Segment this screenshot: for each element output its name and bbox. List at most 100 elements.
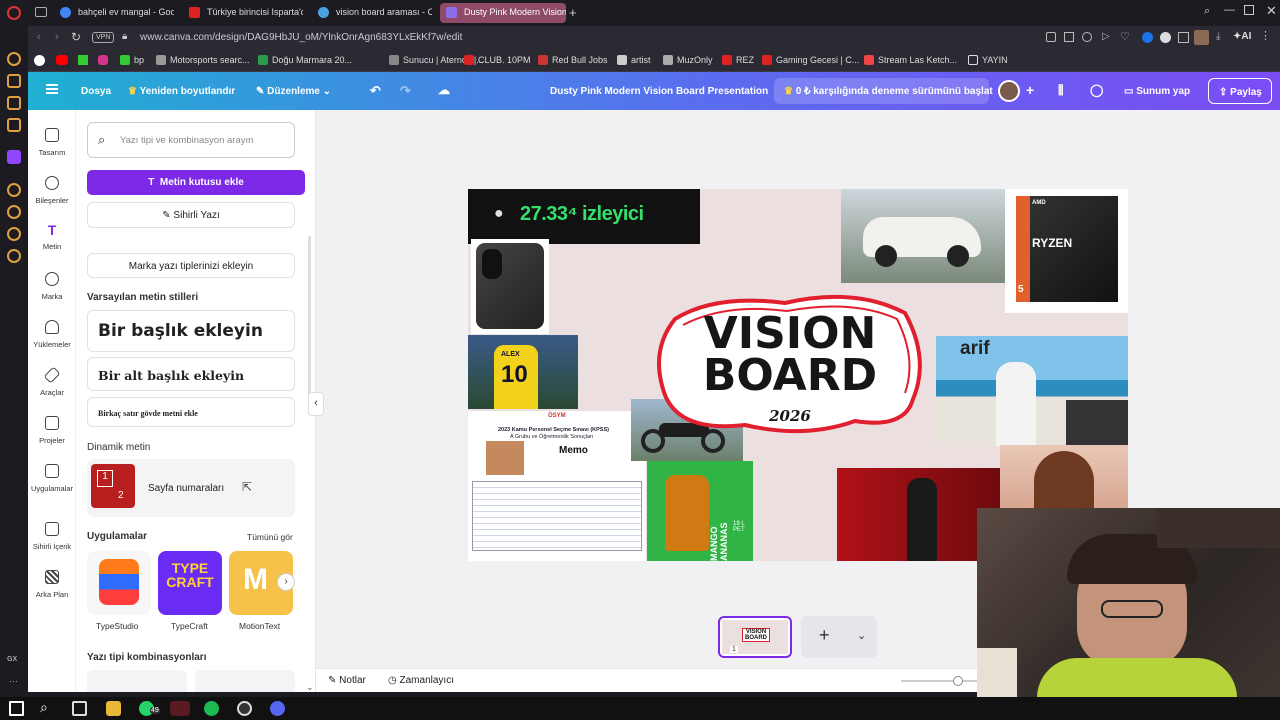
download-icon[interactable]: ⤓ <box>1216 31 1220 42</box>
panel-scrollbar[interactable] <box>308 236 311 396</box>
sidebar-item-magic-media[interactable]: Sihirli İçerik <box>28 522 76 551</box>
history-icon[interactable] <box>7 205 21 219</box>
twitch-icon[interactable] <box>7 150 21 164</box>
tab-active[interactable]: Dusty Pink Modern Vision <box>440 3 566 23</box>
new-tab-icon[interactable]: + <box>569 5 577 20</box>
resize-button[interactable]: ♛ Yeniden boyutlandır <box>128 86 235 97</box>
add-page-button[interactable]: + ⌄ <box>801 616 877 658</box>
font-search-input[interactable]: ⌕ Yazı tipi ve kombinasyon arayın <box>87 122 295 158</box>
file-explorer-icon[interactable] <box>106 701 121 716</box>
heading-style[interactable]: Bir başlık ekleyin <box>87 310 295 352</box>
redo-icon[interactable]: ↷ <box>400 83 411 99</box>
gx-icon[interactable]: GX <box>7 656 17 663</box>
bookmark-club[interactable]: CLUB. 10PM <box>464 55 531 65</box>
subheading-style[interactable]: Bir alt başlık ekleyin <box>87 357 295 391</box>
extension-icon[interactable] <box>1142 32 1153 43</box>
mini-car-image[interactable] <box>841 189 1009 283</box>
windows-start-icon[interactable] <box>9 701 24 716</box>
zoom-handle[interactable] <box>953 676 963 686</box>
aria-icon[interactable] <box>7 52 21 66</box>
profile-avatar[interactable] <box>1194 30 1209 45</box>
workspace-icon[interactable] <box>7 74 21 88</box>
cloud-save-icon[interactable]: ☁ <box>438 83 450 97</box>
easy-setup-icon[interactable] <box>1082 32 1092 42</box>
edit-menu[interactable]: ✎ Düzenleme ⌄ <box>256 86 331 97</box>
task-view-icon[interactable] <box>72 701 87 716</box>
youtube-icon[interactable] <box>56 55 68 65</box>
spotify-icon[interactable] <box>204 701 219 716</box>
share-button[interactable]: ⇪ Paylaş <box>1208 78 1272 104</box>
couple-grill-image[interactable]: arif <box>936 336 1128 446</box>
pinboard-icon[interactable] <box>7 96 21 110</box>
bookmark-motorsports[interactable]: Motorsports searc... <box>156 55 250 65</box>
sidebar-item-projects[interactable]: Projeler <box>28 416 76 445</box>
collapse-panel-button[interactable]: ‹ <box>308 392 324 416</box>
font-combo-card[interactable] <box>87 670 187 692</box>
clock-icon[interactable] <box>7 227 21 241</box>
sidebar-item-uploads[interactable]: Yüklemeler <box>28 320 76 349</box>
sidebar-item-apps[interactable]: Uygulamalar <box>28 464 76 493</box>
bookmark-muzonly[interactable]: MuzOnly <box>663 55 713 65</box>
file-menu[interactable]: Dosya <box>81 86 111 97</box>
ai-button[interactable]: ✦AI <box>1233 31 1251 42</box>
puzzle-icon[interactable] <box>1178 32 1189 43</box>
notes-button[interactable]: ✎ Notlar <box>328 675 366 686</box>
tab-2[interactable]: Türkiye birincisi Isparta'da <box>183 3 303 23</box>
discord-icon[interactable] <box>270 701 285 716</box>
extension-icon[interactable] <box>1160 32 1171 43</box>
timer-button[interactable]: ◷ Zamanlayıcı <box>388 675 454 686</box>
bookmark-stream[interactable]: Stream Las Ketch... <box>864 55 957 65</box>
mango-juice-image[interactable]: MANGO ANANAS 19 L PET <box>647 461 753 561</box>
sidebar-item-text[interactable]: T Metin <box>28 222 76 251</box>
menu-icon[interactable]: ⋮ <box>1260 29 1271 42</box>
sidebar-item-elements[interactable]: Bileşenler <box>28 176 76 205</box>
bookmark-page-icon[interactable] <box>1046 32 1056 42</box>
iphone-image[interactable] <box>471 239 549 334</box>
page-thumbnail[interactable]: VISION BOARD 1 <box>718 616 792 658</box>
settings-icon[interactable] <box>7 249 21 263</box>
see-all-link[interactable]: Tümünü gör <box>247 532 293 542</box>
kick-icon[interactable] <box>78 55 88 65</box>
tab-3[interactable]: vision board araması - Ca <box>312 3 432 23</box>
zoom-slider[interactable] <box>901 676 977 686</box>
tab-1[interactable]: bahçeli ev mangal - Googl <box>54 3 174 23</box>
sidebar-item-brand[interactable]: Marka <box>28 272 76 301</box>
undo-icon[interactable]: ↶ <box>370 83 381 99</box>
search-icon[interactable]: ⌕ <box>40 699 48 716</box>
messenger-icon[interactable] <box>7 118 21 132</box>
bookmark-bp[interactable]: bp <box>120 55 144 65</box>
analytics-icon[interactable]: ⫼ <box>1058 83 1064 98</box>
back-icon[interactable]: ‹ <box>37 31 41 43</box>
minimize-icon[interactable]: — <box>1224 4 1235 16</box>
brand-fonts-button[interactable]: Marka yazı tiplerinizi ekleyin <box>87 253 295 278</box>
vpn-badge[interactable]: VPN <box>92 32 115 43</box>
football-player-image[interactable]: ALEX 10 <box>468 335 578 409</box>
chevron-right-icon[interactable]: › <box>277 573 295 591</box>
instagram-icon[interactable] <box>98 55 108 65</box>
obs-icon[interactable] <box>237 701 252 716</box>
vision-board-title[interactable]: VISION BOARD 2026 <box>655 289 925 441</box>
bookmark-dogu-marmara[interactable]: Doğu Marmara 20... <box>258 55 352 65</box>
present-button[interactable]: ▭ Sunum yap <box>1114 78 1200 104</box>
search-tabs-icon[interactable]: ⌕ <box>1204 5 1210 18</box>
chrome-icon[interactable] <box>34 55 45 66</box>
design-title[interactable]: Dusty Pink Modern Vision Board Presentat… <box>550 86 768 97</box>
opera-gx-icon[interactable] <box>170 701 190 716</box>
kpss-result-image[interactable]: ÖSYM 2023 Kamu Personel Seçme Sınavı (KP… <box>468 411 646 561</box>
bookmark-artist[interactable]: artist <box>617 55 651 65</box>
sidebar-item-background[interactable]: Arka Plan <box>28 570 76 599</box>
scroll-down-icon[interactable]: ⌄ <box>306 682 314 693</box>
maximize-icon[interactable] <box>1244 5 1254 15</box>
body-style[interactable]: Birkaç satır gövde metni ekle <box>87 397 295 427</box>
more-icon[interactable]: ··· <box>9 676 18 686</box>
sidebar-item-design[interactable]: Tasarım <box>28 128 76 157</box>
add-collaborator-icon[interactable]: + <box>1026 82 1034 98</box>
tab-overview-icon[interactable] <box>35 7 47 17</box>
bookmark-redbull[interactable]: Red Bull Jobs <box>538 55 608 65</box>
hamburger-icon[interactable] <box>46 84 58 94</box>
trial-button[interactable]: ♛ 0 ₺ karşılığında deneme sürümünü başla… <box>774 78 993 104</box>
add-textbox-button[interactable]: T Metin kutusu ekle <box>87 170 305 195</box>
play-icon[interactable]: ▷ <box>1102 31 1110 42</box>
app-typestudio[interactable] <box>87 551 151 615</box>
forward-icon[interactable]: › <box>55 31 59 43</box>
